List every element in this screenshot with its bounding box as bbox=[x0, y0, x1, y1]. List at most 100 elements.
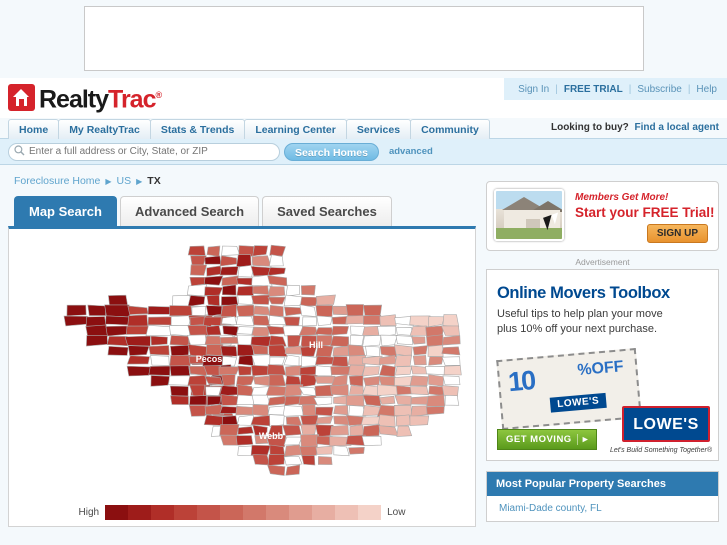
texas-map-svg[interactable]: Hill Pecos Webb bbox=[9, 229, 476, 487]
county-shape[interactable] bbox=[267, 395, 287, 406]
free-trial-promo[interactable]: Members Get More! Start your FREE Trial!… bbox=[486, 181, 719, 251]
county-shape[interactable] bbox=[301, 404, 317, 418]
county-shape[interactable] bbox=[284, 444, 302, 457]
county-shape[interactable] bbox=[267, 286, 286, 297]
county-shape[interactable] bbox=[284, 384, 304, 397]
county-shape[interactable] bbox=[126, 355, 150, 365]
top-ad-placeholder[interactable] bbox=[83, 6, 644, 71]
county-shape[interactable] bbox=[170, 344, 190, 357]
county-shape[interactable] bbox=[361, 435, 382, 446]
county-shape[interactable] bbox=[206, 265, 222, 277]
county-shape[interactable] bbox=[444, 394, 460, 406]
county-shape[interactable] bbox=[376, 384, 400, 396]
county-shape[interactable] bbox=[236, 254, 252, 268]
get-moving-button[interactable]: GET MOVING ▸ bbox=[497, 429, 597, 450]
county-shape[interactable] bbox=[333, 415, 350, 426]
county-shape[interactable] bbox=[221, 284, 237, 296]
county-shape[interactable] bbox=[147, 316, 173, 326]
find-local-agent-link[interactable]: Find a local agent bbox=[635, 122, 719, 133]
county-shape[interactable] bbox=[333, 405, 349, 416]
county-shape[interactable] bbox=[188, 405, 207, 417]
county-shape[interactable] bbox=[169, 385, 189, 397]
county-shape[interactable] bbox=[301, 455, 316, 466]
county-shape[interactable] bbox=[267, 464, 286, 476]
county-shape[interactable] bbox=[221, 296, 239, 306]
county-shape[interactable] bbox=[298, 395, 318, 406]
county-shape[interactable] bbox=[220, 304, 237, 318]
county-shape[interactable] bbox=[315, 365, 333, 377]
nav-item-home[interactable]: Home bbox=[8, 119, 60, 139]
county-shape[interactable] bbox=[251, 326, 270, 337]
county-shape[interactable] bbox=[428, 356, 444, 366]
county-shape[interactable] bbox=[190, 264, 207, 276]
county-shape[interactable] bbox=[148, 365, 171, 376]
county-shape[interactable] bbox=[443, 365, 462, 376]
county-shape[interactable] bbox=[349, 424, 365, 436]
county-shape[interactable] bbox=[187, 374, 207, 387]
county-shape[interactable] bbox=[251, 344, 269, 355]
county-shape[interactable] bbox=[222, 325, 239, 337]
county-shape[interactable] bbox=[219, 434, 239, 446]
county-shape[interactable] bbox=[236, 326, 254, 335]
county-shape[interactable] bbox=[345, 315, 365, 325]
county-shape[interactable] bbox=[269, 444, 286, 456]
county-shape[interactable] bbox=[252, 285, 270, 295]
county-shape[interactable] bbox=[395, 366, 413, 376]
county-shape[interactable] bbox=[236, 394, 255, 405]
county-shape[interactable] bbox=[108, 294, 129, 307]
county-shape[interactable] bbox=[169, 335, 190, 346]
county-shape[interactable] bbox=[394, 376, 413, 387]
county-shape[interactable] bbox=[411, 336, 426, 345]
county-shape[interactable] bbox=[299, 445, 318, 456]
county-shape[interactable] bbox=[315, 305, 334, 317]
county-shape[interactable] bbox=[362, 314, 383, 325]
county-shape[interactable] bbox=[267, 453, 285, 466]
county-shape[interactable] bbox=[269, 244, 286, 257]
nav-item-services[interactable]: Services bbox=[345, 119, 412, 139]
county-shape[interactable] bbox=[251, 255, 272, 267]
county-shape[interactable] bbox=[410, 396, 430, 405]
county-shape[interactable] bbox=[219, 424, 240, 437]
county-shape[interactable] bbox=[427, 344, 444, 357]
county-shape[interactable] bbox=[150, 355, 170, 366]
county-shape[interactable] bbox=[191, 305, 207, 317]
breadcrumb-us[interactable]: US bbox=[117, 175, 132, 187]
county-shape[interactable] bbox=[409, 385, 429, 396]
county-shape[interactable] bbox=[315, 415, 334, 424]
county-shape[interactable] bbox=[285, 464, 301, 476]
county-shape[interactable] bbox=[379, 364, 396, 377]
texas-county-map[interactable]: Hill Pecos Webb bbox=[9, 229, 475, 487]
county-shape[interactable] bbox=[219, 255, 238, 267]
county-shape[interactable] bbox=[285, 365, 302, 377]
county-shape[interactable] bbox=[124, 335, 151, 347]
county-shape[interactable] bbox=[426, 394, 446, 407]
county-shape[interactable] bbox=[250, 414, 272, 427]
county-shape[interactable] bbox=[251, 394, 271, 406]
county-shape[interactable] bbox=[395, 414, 412, 427]
county-shape[interactable] bbox=[287, 334, 302, 348]
county-shape[interactable] bbox=[426, 406, 445, 415]
tab-map-search[interactable]: Map Search bbox=[14, 196, 117, 226]
nav-item-my-realtytrac[interactable]: My RealtyTrac bbox=[58, 119, 151, 139]
county-shape[interactable] bbox=[282, 405, 304, 417]
county-shape[interactable] bbox=[235, 435, 254, 446]
county-shape[interactable] bbox=[219, 336, 241, 344]
county-shape[interactable] bbox=[394, 344, 413, 357]
county-shape[interactable] bbox=[284, 306, 302, 317]
county-shape[interactable] bbox=[315, 294, 336, 306]
county-shape[interactable] bbox=[221, 245, 240, 256]
county-shape[interactable] bbox=[221, 316, 238, 326]
site-logo[interactable]: RealtyTrac® bbox=[8, 82, 162, 113]
county-shape[interactable] bbox=[204, 286, 224, 296]
tab-advanced-search[interactable]: Advanced Search bbox=[119, 196, 260, 226]
nav-item-stats-trends[interactable]: Stats & Trends bbox=[149, 119, 246, 139]
county-shape[interactable] bbox=[126, 365, 152, 377]
county-shape[interactable] bbox=[236, 316, 255, 327]
county-shape[interactable] bbox=[190, 255, 207, 266]
breadcrumb-foreclosure-home[interactable]: Foreclosure Home bbox=[14, 175, 100, 187]
county-shape[interactable] bbox=[205, 325, 222, 336]
county-shape[interactable] bbox=[237, 295, 254, 305]
county-shape[interactable] bbox=[253, 375, 272, 387]
county-shape[interactable] bbox=[104, 304, 131, 318]
county-shape[interactable] bbox=[127, 305, 149, 315]
